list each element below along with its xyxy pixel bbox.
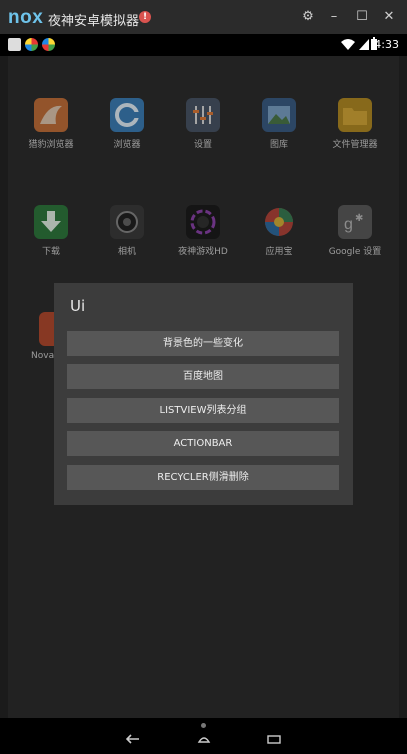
page-indicator-dot (201, 723, 206, 728)
back-icon[interactable] (126, 734, 140, 744)
window-title: 夜神安卓模拟器 (48, 14, 140, 29)
ui-dialog: Ui 背景色的一些变化 百度地图 LISTVIEW列表分组 ACTIONBAR … (54, 283, 353, 505)
recents-icon[interactable] (267, 734, 281, 744)
baidu-map-button[interactable]: 百度地图 (67, 364, 339, 389)
nox-logo: nox (8, 7, 44, 28)
wifi-icon (341, 39, 355, 50)
emulator-title-bar: nox 夜神安卓模拟器 ! ⚙ – ☐ ✕ (0, 0, 407, 34)
maximize-icon[interactable]: ☐ (353, 8, 371, 26)
exclamation-icon[interactable]: ! (139, 11, 151, 23)
status-bar: 4:33 (0, 34, 407, 56)
app-notification-icon (42, 38, 55, 51)
signal-icon (359, 39, 369, 50)
listview-grouping-button[interactable]: LISTVIEW列表分组 (67, 398, 339, 423)
actionbar-button[interactable]: ACTIONBAR (67, 431, 339, 456)
recycler-swipe-delete-button[interactable]: RECYCLER侧滑删除 (67, 465, 339, 490)
close-icon[interactable]: ✕ (380, 8, 398, 26)
home-icon[interactable] (196, 734, 212, 744)
navigation-bar (0, 718, 407, 754)
dialog-title: Ui (70, 297, 86, 315)
background-color-button[interactable]: 背景色的一些变化 (67, 331, 339, 356)
minimize-icon[interactable]: – (325, 8, 343, 26)
gear-icon[interactable]: ⚙ (299, 8, 317, 26)
gallery-notification-icon (8, 38, 21, 51)
app-notification-icon (25, 38, 38, 51)
status-time: 4:33 (374, 38, 399, 51)
